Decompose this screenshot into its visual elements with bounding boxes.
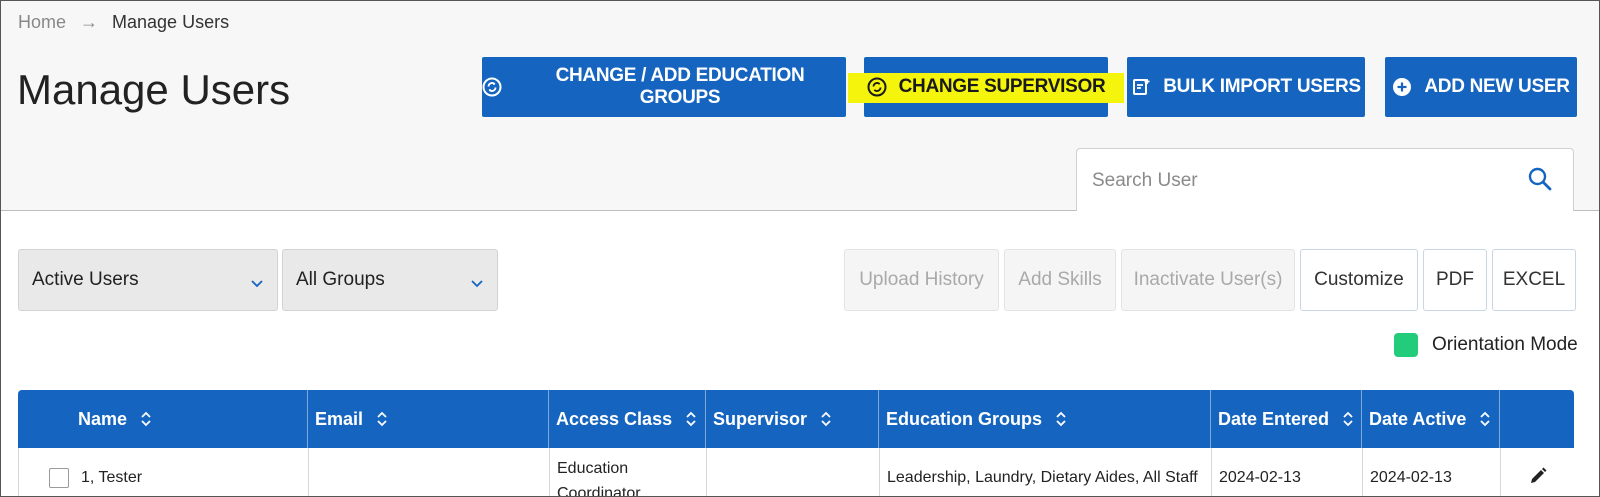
bulk-import-users-button[interactable]: BULK IMPORT USERS <box>1127 57 1365 117</box>
user-status-value: Active Users <box>32 269 139 290</box>
group-value: All Groups <box>296 269 385 290</box>
table-header: Name Email Access Class Supervisor Educa… <box>18 390 1574 448</box>
users-table: Name Email Access Class Supervisor Educa… <box>18 390 1574 497</box>
user-date-entered: 2024-02-13 <box>1219 469 1301 486</box>
cell-date-active: 2024-02-13 <box>1363 448 1501 497</box>
inactivate-users-button[interactable]: Inactivate User(s) <box>1121 249 1295 311</box>
chevron-down-icon <box>471 272 483 294</box>
cell-name: 1, Tester <box>19 448 309 497</box>
change-supervisor-label: CHANGE SUPERVISOR <box>898 76 1106 97</box>
column-header-date-entered[interactable]: Date Entered <box>1211 390 1362 448</box>
column-label: Email <box>315 408 364 429</box>
column-label: Date Active <box>1369 408 1467 429</box>
sort-icon <box>1056 411 1066 427</box>
orientation-mode-legend: Orientation Mode <box>1394 333 1578 357</box>
access-class-line2: Coordinator <box>557 485 641 497</box>
user-name[interactable]: 1, Tester <box>81 469 142 487</box>
column-label: Date Entered <box>1218 408 1330 429</box>
orientation-mode-swatch <box>1394 333 1418 357</box>
chevron-down-icon <box>251 272 263 294</box>
breadcrumb-home-link[interactable]: Home <box>18 12 66 33</box>
sort-icon <box>1343 411 1353 427</box>
arrow-right-icon: → <box>80 12 99 32</box>
add-skills-button[interactable]: Add Skills <box>1004 249 1116 311</box>
sort-icon <box>1480 411 1491 427</box>
change-supervisor-button[interactable]: CHANGE SUPERVISOR <box>848 57 1124 117</box>
bulk-import-users-label: BULK IMPORT USERS <box>1163 76 1361 97</box>
excel-export-button[interactable]: EXCEL <box>1492 249 1576 311</box>
column-header-email[interactable]: Email <box>308 390 549 448</box>
import-document-icon <box>1131 77 1151 97</box>
breadcrumb: Home → Manage Users <box>18 12 229 33</box>
access-class-line1: Education <box>557 460 629 477</box>
cell-actions <box>1501 448 1574 497</box>
group-select[interactable]: All Groups <box>282 249 498 311</box>
breadcrumb-current: Manage Users <box>112 12 230 32</box>
sort-icon <box>686 411 696 427</box>
column-header-supervisor[interactable]: Supervisor <box>706 390 879 448</box>
add-new-user-button[interactable]: ADD NEW USER <box>1385 57 1577 117</box>
search-box <box>1076 148 1574 211</box>
column-header-name[interactable]: Name <box>18 390 308 448</box>
cell-date-entered: 2024-02-13 <box>1212 448 1363 497</box>
search-icon[interactable] <box>1527 166 1553 197</box>
orientation-mode-label: Orientation Mode <box>1432 334 1578 355</box>
change-add-education-groups-button[interactable]: CHANGE / ADD EDUCATION GROUPS <box>482 57 846 117</box>
column-label: Name <box>78 408 128 429</box>
page-title: Manage Users <box>17 66 291 113</box>
table-row[interactable]: 1, Tester Education Coordinator Leadersh… <box>18 448 1574 497</box>
refresh-circle-icon <box>867 77 887 97</box>
column-header-actions <box>1500 390 1574 448</box>
sort-icon <box>141 411 151 427</box>
sort-icon <box>377 411 387 427</box>
column-header-education-groups[interactable]: Education Groups <box>879 390 1211 448</box>
upload-history-button[interactable]: Upload History <box>844 249 999 311</box>
user-date-active: 2024-02-13 <box>1370 469 1452 486</box>
cell-supervisor <box>707 448 880 497</box>
row-select-checkbox[interactable] <box>49 468 69 488</box>
plus-circle-icon <box>1392 77 1412 97</box>
user-education-groups: Leadership, Laundry, Dietary Aides, All … <box>887 469 1198 486</box>
column-header-access-class[interactable]: Access Class <box>549 390 706 448</box>
search-input[interactable] <box>1092 167 1492 195</box>
change-add-education-groups-label: CHANGE / ADD EDUCATION GROUPS <box>555 65 805 108</box>
pdf-export-button[interactable]: PDF <box>1423 249 1487 311</box>
add-new-user-label: ADD NEW USER <box>1424 76 1570 97</box>
edit-pencil-icon[interactable] <box>1528 466 1548 491</box>
sort-icon <box>821 411 831 427</box>
customize-button[interactable]: Customize <box>1300 249 1418 311</box>
cell-access-class: Education Coordinator <box>550 448 707 497</box>
cell-education-groups: Leadership, Laundry, Dietary Aides, All … <box>880 448 1212 497</box>
column-label: Supervisor <box>713 408 808 429</box>
column-label: Access Class <box>556 408 673 429</box>
column-label: Education Groups <box>886 408 1043 429</box>
column-header-date-active[interactable]: Date Active <box>1362 390 1500 448</box>
cell-email <box>309 448 550 497</box>
user-status-select[interactable]: Active Users <box>18 249 278 311</box>
refresh-circle-icon <box>482 77 502 97</box>
